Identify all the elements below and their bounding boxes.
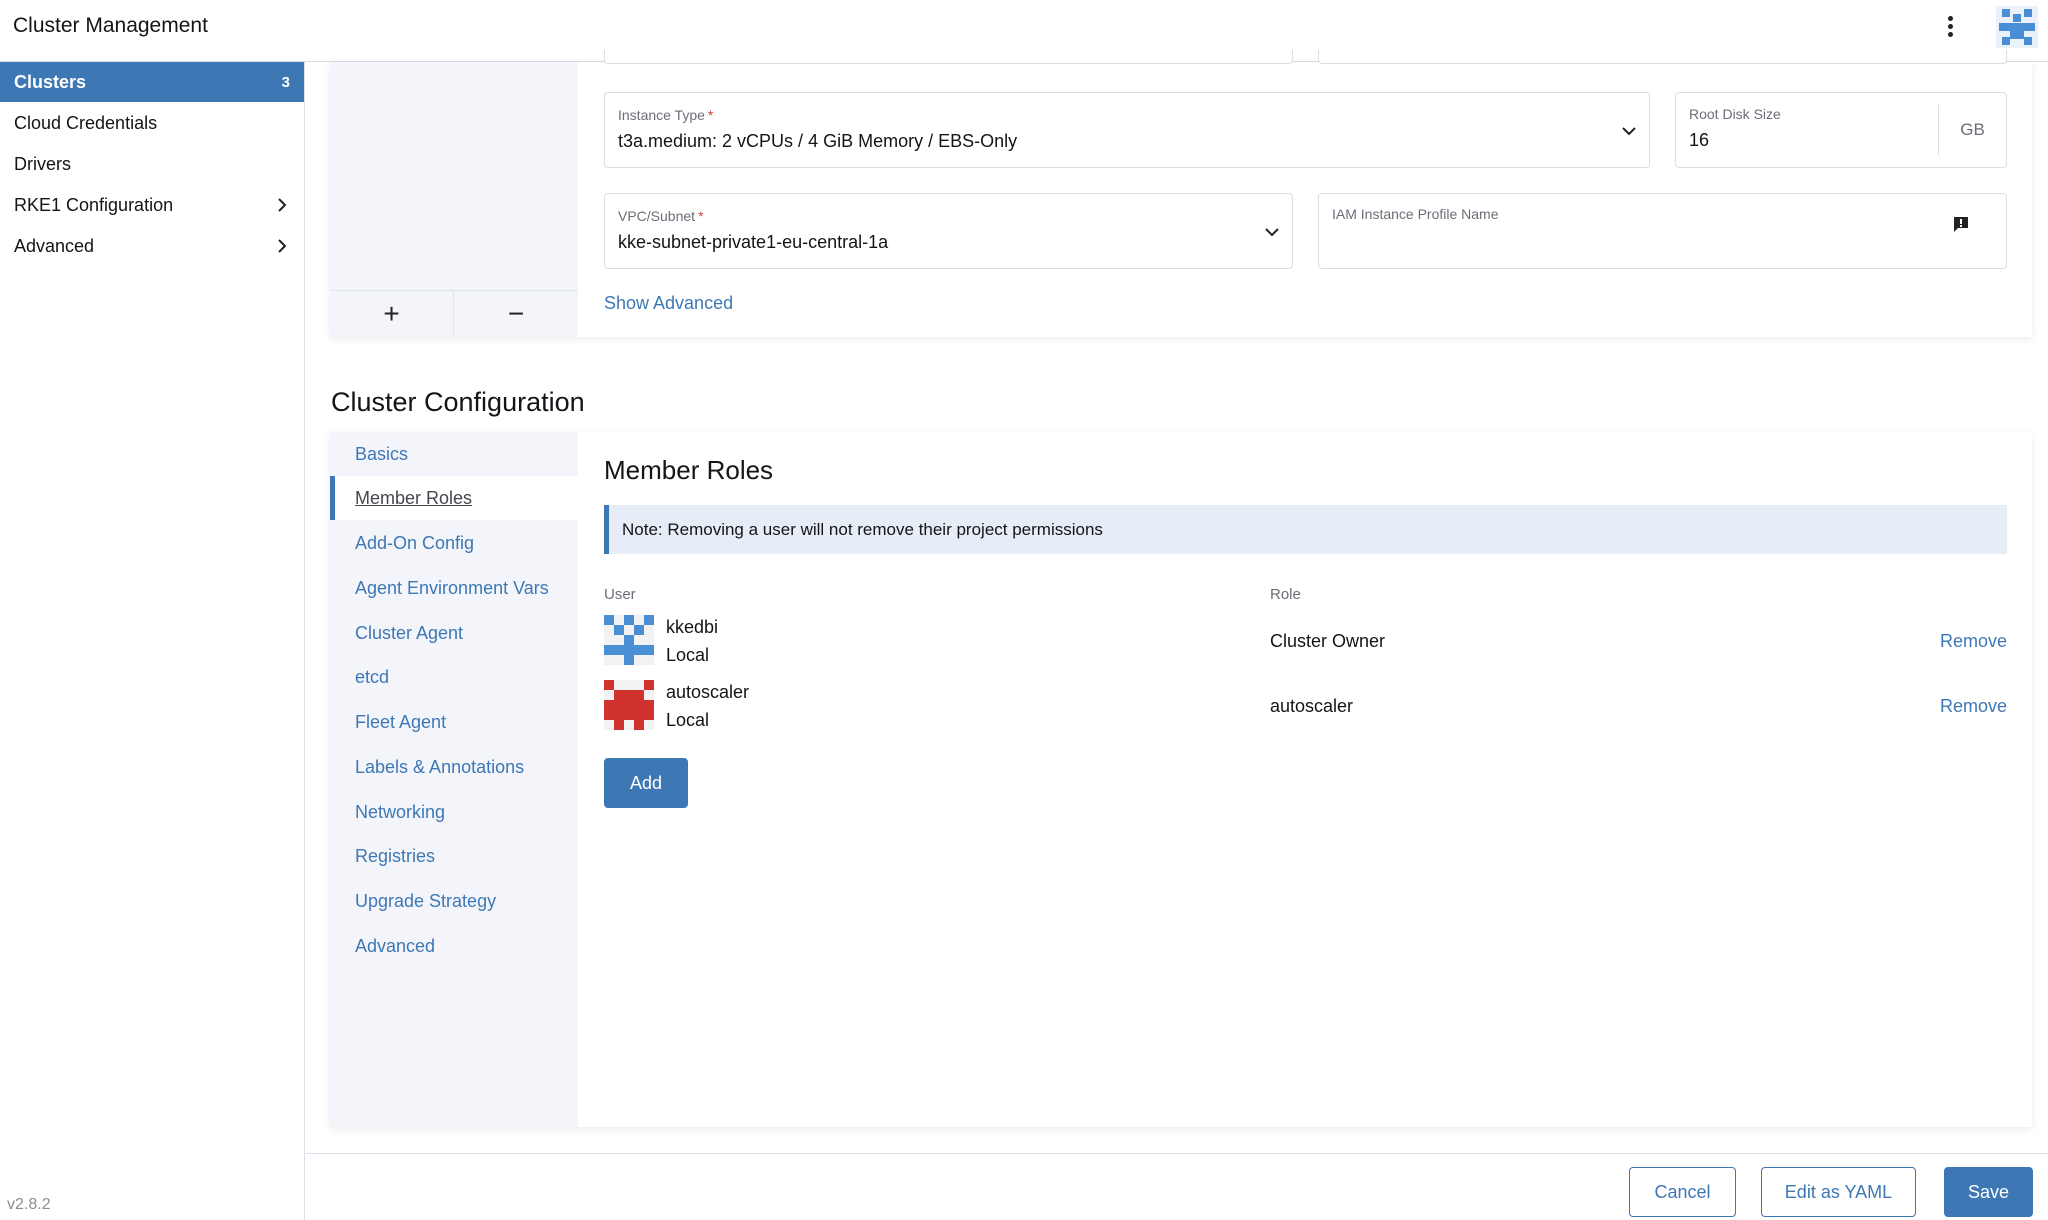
- vpc-subnet-label: VPC/Subnet *: [618, 208, 704, 224]
- cluster-configuration-title: Cluster Configuration: [331, 387, 585, 417]
- member-roles-title: Member Roles: [604, 455, 774, 485]
- sidebar-item-label: Clusters: [14, 71, 87, 92]
- version-label: v2.8.2: [7, 1196, 51, 1213]
- member-role: autoscaler: [1270, 696, 1354, 716]
- tab-member-roles[interactable]: Member Roles: [330, 476, 578, 520]
- instance-type-select[interactable]: Instance Type * t3a.medium: 2 vCPUs / 4 G…: [604, 92, 1650, 168]
- chevron-right-icon: [278, 239, 287, 253]
- column-header-user: User: [604, 586, 636, 603]
- column-header-role: Role: [1270, 586, 1301, 603]
- add-pool-button[interactable]: +: [330, 290, 454, 337]
- sidebar-item-label: Drivers: [14, 153, 71, 174]
- info-flag-icon[interactable]: [1952, 216, 1970, 234]
- vpc-subnet-label-text: VPC/Subnet: [618, 208, 696, 224]
- info-banner: Note: Removing a user will not remove th…: [604, 505, 2007, 554]
- remove-pool-button[interactable]: −: [454, 290, 578, 337]
- tab-networking[interactable]: Networking: [330, 790, 578, 834]
- disk-unit-suffix: GB: [1938, 105, 2006, 155]
- required-marker: *: [698, 208, 704, 224]
- tab-labels-annotations[interactable]: Labels & Annotations: [330, 745, 578, 789]
- tab-upgrade-strategy[interactable]: Upgrade Strategy: [330, 879, 578, 923]
- instance-type-label-text: Instance Type: [618, 107, 705, 123]
- save-button[interactable]: Save: [1944, 1167, 2033, 1217]
- root-disk-size-input[interactable]: 16: [1689, 130, 1709, 151]
- sidebar-item-label: Cloud Credentials: [14, 112, 158, 133]
- banner-text: Note: Removing a user will not remove th…: [622, 519, 1103, 539]
- sidebar-item-rke1-configuration[interactable]: RKE1 Configuration: [0, 185, 304, 225]
- show-advanced-link[interactable]: Show Advanced: [604, 293, 733, 314]
- remove-member-button[interactable]: Remove: [1940, 696, 2007, 717]
- root-disk-size-field[interactable]: Root Disk Size 16 GB: [1675, 92, 2007, 168]
- chevron-down-icon: [1622, 127, 1636, 136]
- avatar: [604, 615, 654, 665]
- member-provider: Local: [666, 645, 710, 665]
- vpc-subnet-value: kke-subnet-private1-eu-central-1a: [618, 232, 889, 252]
- member-provider: Local: [666, 710, 710, 730]
- tab-etcd[interactable]: etcd: [330, 655, 578, 699]
- cancel-button[interactable]: Cancel: [1629, 1167, 1736, 1217]
- sidebar-item-advanced[interactable]: Advanced: [0, 226, 304, 266]
- tab-advanced[interactable]: Advanced: [330, 924, 578, 968]
- sidebar-item-cloud-credentials[interactable]: Cloud Credentials: [0, 103, 304, 143]
- kebab-menu-icon[interactable]: [1938, 13, 1962, 43]
- instance-type-value: t3a.medium: 2 vCPUs / 4 GiB Memory / EBS…: [618, 131, 1018, 151]
- chevron-down-icon: [1265, 228, 1279, 237]
- user-avatar[interactable]: [1996, 6, 2038, 48]
- required-marker: *: [707, 107, 714, 123]
- page-title: Cluster Management: [13, 14, 208, 37]
- partial-field-right[interactable]: [1318, 50, 2007, 64]
- member-name: autoscaler: [666, 682, 750, 702]
- sidebar-item-drivers[interactable]: Drivers: [0, 144, 304, 184]
- vpc-subnet-select[interactable]: VPC/Subnet * kke-subnet-private1-eu-centr…: [604, 193, 1293, 269]
- iam-instance-profile-field[interactable]: IAM Instance Profile Name: [1318, 193, 2007, 269]
- tab-basics[interactable]: Basics: [330, 432, 578, 476]
- clusters-count-badge: 3: [281, 73, 290, 91]
- edit-as-yaml-button[interactable]: Edit as YAML: [1761, 1167, 1916, 1217]
- remove-member-button[interactable]: Remove: [1940, 631, 2007, 652]
- tab-agent-environment-vars[interactable]: Agent Environment Vars: [330, 566, 578, 610]
- instance-type-label: Instance Type *: [618, 107, 713, 123]
- chevron-right-icon: [278, 198, 287, 212]
- sidebar-item-label: RKE1 Configuration: [14, 194, 174, 215]
- avatar: [604, 680, 654, 730]
- sidebar-item-label: Advanced: [14, 235, 95, 256]
- tab-add-on-config[interactable]: Add-On Config: [330, 521, 578, 565]
- member-name: kkedbi: [666, 617, 719, 637]
- add-member-button[interactable]: Add: [604, 758, 688, 808]
- tab-fleet-agent[interactable]: Fleet Agent: [330, 700, 578, 744]
- partial-field-left[interactable]: [604, 50, 1293, 64]
- sidebar-item-clusters[interactable]: Clusters 3: [0, 62, 304, 102]
- iam-instance-profile-label: IAM Instance Profile Name: [1332, 206, 1499, 222]
- tab-cluster-agent[interactable]: Cluster Agent: [330, 611, 578, 655]
- root-disk-size-label: Root Disk Size: [1689, 106, 1781, 122]
- config-tabs: Basics Member Roles Add-On Config Agent …: [330, 432, 578, 1127]
- tab-registries[interactable]: Registries: [330, 834, 578, 878]
- member-role: Cluster Owner: [1270, 631, 1386, 651]
- sidebar: Clusters 3 Cloud Credentials Drivers RKE…: [0, 62, 305, 1220]
